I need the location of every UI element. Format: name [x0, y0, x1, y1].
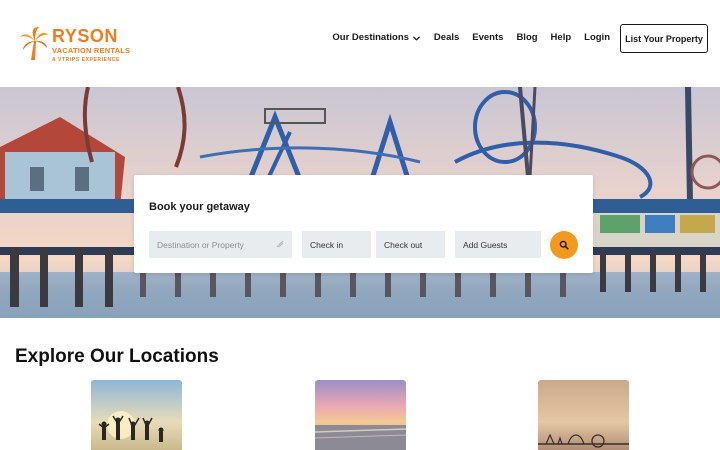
nav-login[interactable]: Login — [584, 32, 610, 44]
nav-our-destinations-label: Our Destinations — [332, 32, 409, 43]
nav-deals[interactable]: Deals — [434, 32, 459, 44]
clear-icon[interactable] — [275, 239, 285, 249]
list-your-property-button[interactable]: List Your Property — [620, 24, 708, 53]
search-icon — [559, 240, 569, 250]
booking-widget: Book your getaway Destination or Propert… — [134, 175, 593, 273]
destination-placeholder: Destination or Property — [157, 239, 244, 250]
pier-sunset-image — [538, 380, 629, 450]
add-guests-field[interactable]: Add Guests — [455, 231, 541, 258]
check-in-field[interactable]: Check in — [302, 231, 371, 258]
palm-tree-logo-icon — [20, 27, 48, 60]
nav-blog[interactable]: Blog — [516, 32, 537, 44]
beach-sunset-image — [315, 380, 406, 450]
chevron-down-icon — [413, 36, 420, 40]
nav-events[interactable]: Events — [472, 32, 503, 44]
location-card-1[interactable] — [91, 380, 182, 450]
explore-title: Explore Our Locations — [15, 346, 219, 367]
brand-tagline: A VTRIPS EXPERIENCE — [52, 57, 120, 63]
booking-title: Book your getaway — [149, 201, 250, 213]
nav-help[interactable]: Help — [551, 32, 572, 44]
brand-subtitle: VACATION RENTALS — [52, 46, 131, 55]
location-card-3[interactable] — [538, 380, 629, 450]
check-out-field[interactable]: Check out — [376, 231, 445, 258]
brand-logo[interactable]: RYSON VACATION RENTALS A VTRIPS EXPERIEN… — [20, 26, 130, 66]
main-nav: Our Destinations Deals Events Blog Help … — [332, 32, 610, 44]
brand-name: RYSON — [52, 26, 118, 46]
beach-friends-image — [91, 380, 182, 450]
nav-our-destinations[interactable]: Our Destinations — [332, 32, 421, 44]
destination-input[interactable]: Destination or Property — [149, 231, 292, 258]
site-header: RYSON VACATION RENTALS A VTRIPS EXPERIEN… — [0, 0, 720, 87]
location-card-2[interactable] — [315, 380, 406, 450]
search-button[interactable] — [550, 231, 578, 259]
